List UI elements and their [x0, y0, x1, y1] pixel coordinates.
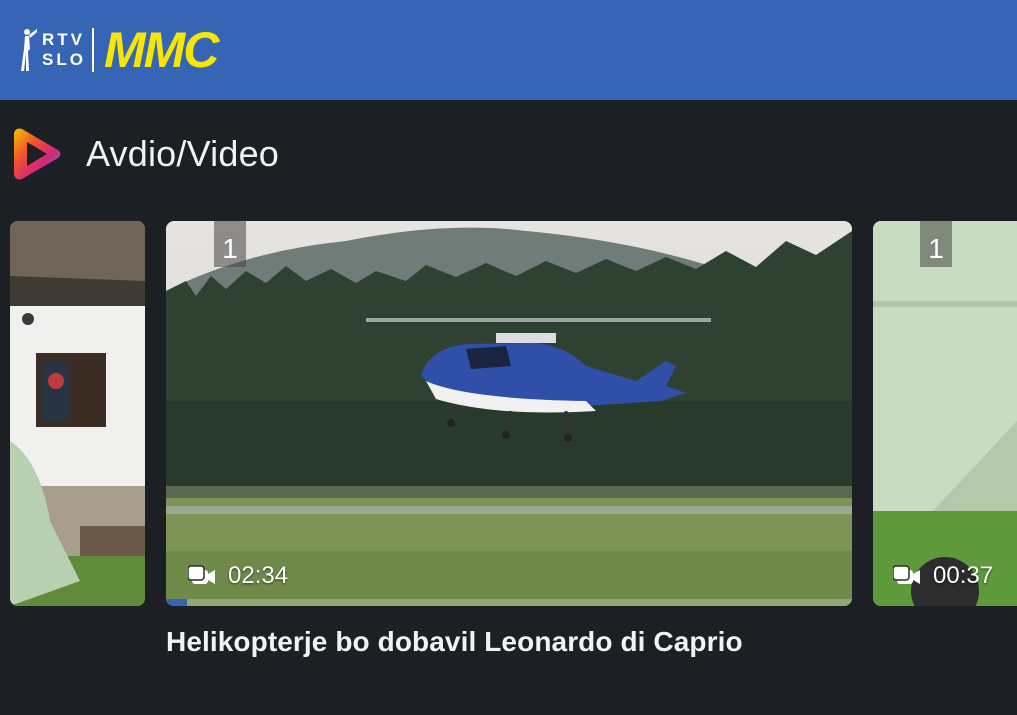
watch-progress-bar [166, 599, 852, 606]
video-card-next[interactable]: 1 00:37 [873, 221, 1017, 606]
video-duration: 02:34 [188, 562, 288, 590]
helicopter-thumbnail [166, 221, 852, 606]
section-title: Avdio/Video [86, 133, 280, 174]
logo-mmc-label: MMC [103, 22, 219, 78]
rtv-slo-mmc-logo[interactable]: RTV SLO MMC [18, 25, 219, 75]
video-camera-icon [188, 565, 215, 584]
building-thumbnail [873, 221, 1017, 606]
trumpeter-logo-icon [21, 29, 37, 71]
logo-slo-text: SLO [42, 50, 86, 69]
watch-progress-fill [166, 599, 187, 606]
logo-divider [91, 28, 94, 72]
video-duration-text: 02:34 [228, 562, 289, 589]
play-icon [14, 128, 61, 180]
video-card-main[interactable]: 1 02:34 [166, 221, 852, 606]
video-title-link[interactable]: Helikopterje bo dobavil Leonardo di Capr… [166, 626, 743, 658]
episode-badge: 1 [920, 221, 952, 267]
logo-rtv-text: RTV [42, 30, 85, 49]
episode-badge: 1 [214, 221, 246, 267]
video-camera-icon [893, 565, 920, 584]
top-navigation-bar: RTV SLO MMC [0, 0, 1017, 100]
video-card-previous[interactable] [10, 221, 145, 606]
logo-mmc-text: MMC [104, 25, 219, 75]
house-thumbnail [10, 221, 145, 606]
video-duration-text: 00:37 [933, 562, 994, 589]
section-header: Avdio/Video [10, 124, 279, 184]
video-duration: 00:37 [893, 562, 993, 590]
